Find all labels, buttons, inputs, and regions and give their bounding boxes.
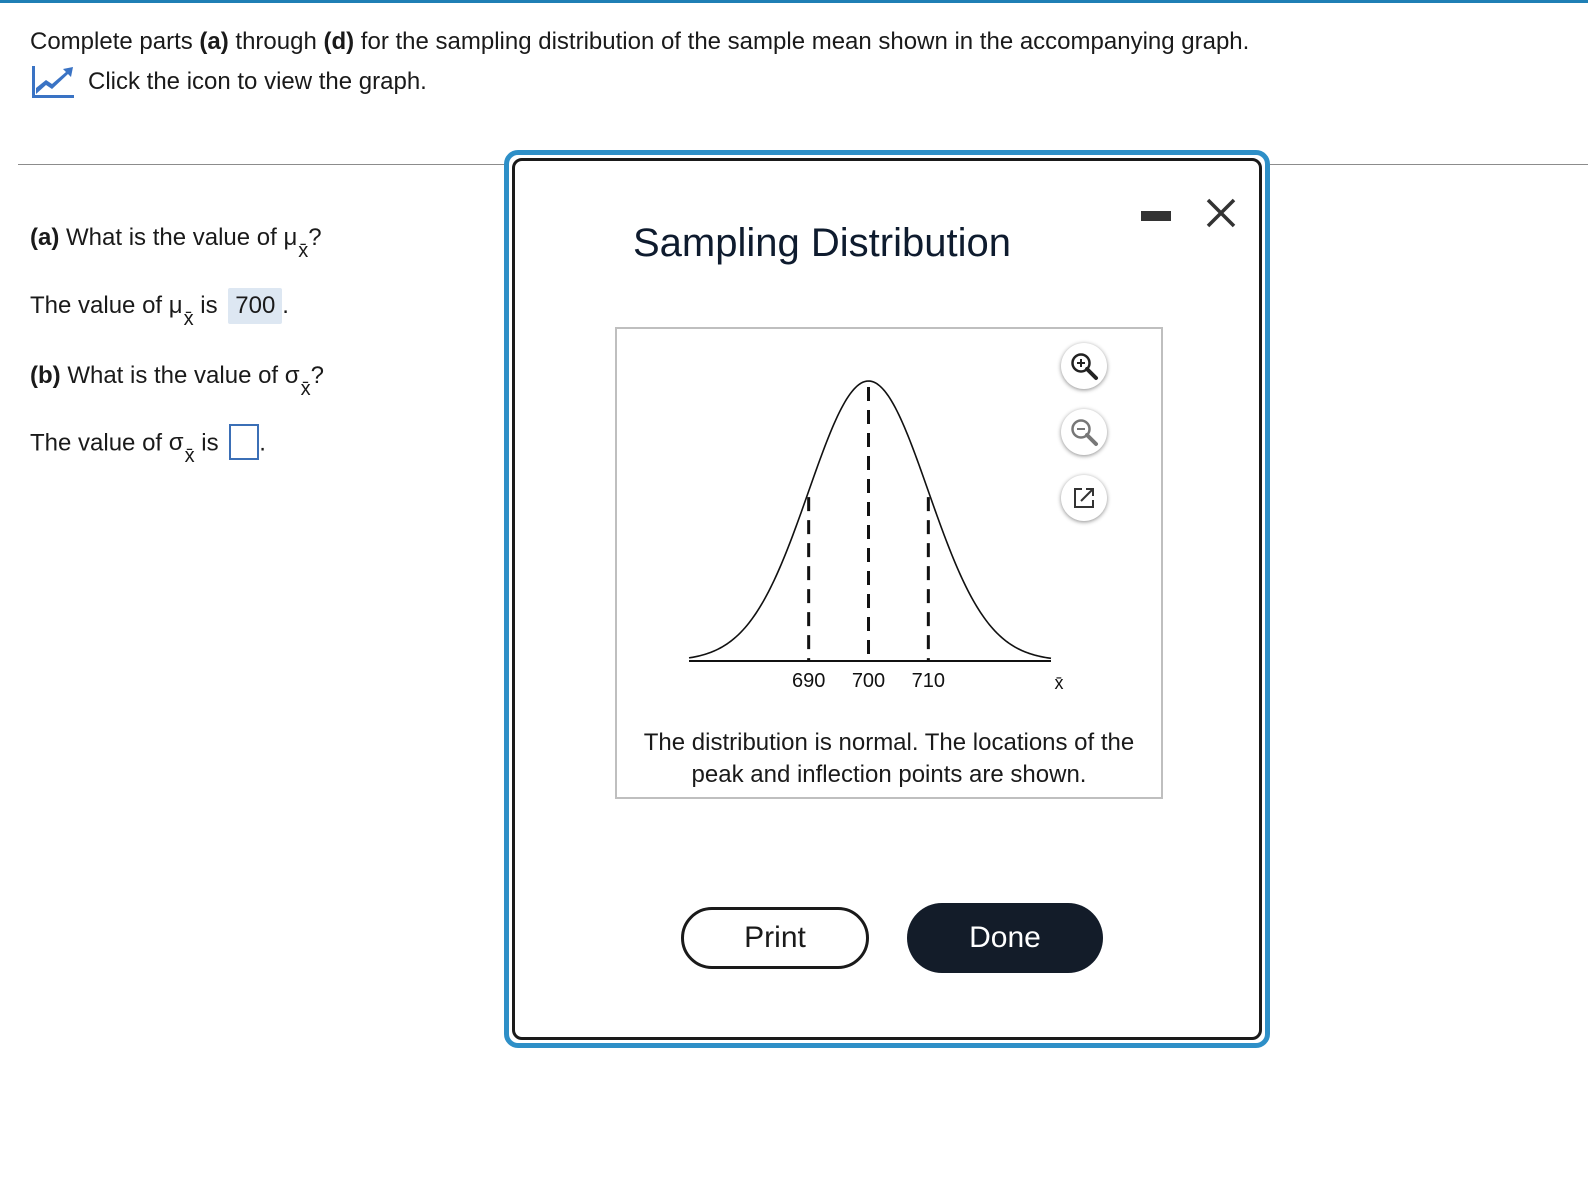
sigma-symbol: σx̄ (284, 360, 311, 400)
part-d-ref: (d) (323, 28, 355, 55)
answer-a-prefix: The value of (30, 292, 169, 319)
mu-symbol: μx̄ (168, 290, 194, 330)
part-a-ref: (a) (199, 28, 229, 55)
mu-glyph: μ (168, 292, 183, 319)
answer-a-value[interactable]: 700 (228, 288, 283, 324)
instructions-text: for the sampling distribution of the sam… (354, 28, 1250, 55)
graph-dialog: Sampling Distribution 690 700 710 x̄ The… (504, 150, 1270, 1048)
question-b-label: (b) (30, 362, 61, 389)
xbar-subscript: x̄ (298, 240, 309, 262)
xbar-subscript: x̄ (300, 378, 311, 400)
chart-icon[interactable] (30, 64, 76, 100)
close-icon[interactable] (1201, 193, 1241, 233)
tick-label: 690 (792, 670, 825, 692)
answer-b-prefix: The value of (30, 429, 169, 457)
question-b: (b) What is the value of σx̄? (30, 360, 324, 400)
question-a: (a) What is the value of μx̄? (30, 222, 322, 262)
caption-line-1: The distribution is normal. The location… (643, 729, 1135, 756)
dialog-title: Sampling Distribution (633, 221, 1011, 265)
answer-a: The value of μx̄ is 700. (30, 288, 289, 330)
answer-a-mid: is (193, 292, 225, 319)
popout-icon (1074, 488, 1094, 508)
graph-dialog-body: Sampling Distribution 690 700 710 x̄ The… (512, 158, 1262, 1040)
graph-caption: The distribution is normal. The location… (617, 727, 1161, 791)
caption-line-2: peak and inflection points are shown. (691, 761, 1087, 788)
question-mark: ? (310, 362, 324, 389)
answer-b-input[interactable] (229, 424, 260, 460)
answer-b-mid: is (194, 429, 226, 457)
mu-glyph: μ (283, 224, 298, 251)
question-b-prompt: What is the value of (60, 362, 285, 389)
tick-label: 700 (852, 670, 885, 692)
done-button[interactable]: Done (907, 903, 1103, 973)
question-a-prompt: What is the value of (59, 224, 284, 251)
xbar-subscript: x̄ (183, 308, 194, 330)
view-graph-label[interactable]: Click the icon to view the graph. (88, 68, 427, 96)
popout-button[interactable] (1061, 475, 1107, 521)
zoom-in-button[interactable] (1061, 343, 1107, 389)
question-mark: ? (308, 224, 322, 251)
tick-label: 710 (912, 670, 945, 692)
zoom-in-icon (1071, 353, 1098, 380)
graph-panel: 690 700 710 x̄ The distribution is norma… (615, 327, 1163, 799)
zoom-out-button[interactable] (1061, 409, 1107, 455)
mu-symbol: μx̄ (283, 222, 308, 262)
print-button[interactable]: Print (681, 907, 869, 969)
sigma-glyph: σ (284, 362, 300, 389)
question-a-label: (a) (30, 224, 60, 251)
instructions: Complete parts (a) through (d) for the s… (30, 26, 1249, 58)
sigma-glyph: σ (168, 429, 184, 457)
x-axis-label: x̄ (1055, 673, 1064, 693)
xbar-subscript: x̄ (184, 445, 195, 468)
minimize-button[interactable] (1141, 211, 1171, 221)
sigma-symbol: σx̄ (168, 427, 195, 467)
instructions-text: through (228, 28, 324, 55)
answer-b-end: . (259, 429, 266, 457)
top-rule (0, 0, 1588, 3)
instructions-text: Complete parts (30, 28, 200, 55)
answer-a-end: . (282, 292, 289, 319)
answer-b: The value of σx̄ is . (30, 424, 266, 467)
zoom-out-icon (1071, 419, 1098, 446)
view-graph-link[interactable]: Click the icon to view the graph. (30, 64, 427, 100)
